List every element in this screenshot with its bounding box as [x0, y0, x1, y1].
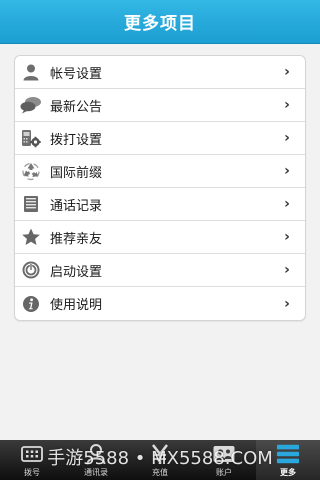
chevron-right-icon: ›: [284, 130, 290, 146]
tab-label: 通讯录: [84, 468, 108, 477]
phone-gear-icon: [20, 127, 42, 149]
account-icon: [212, 442, 236, 466]
menu-item-label: 国际前缀: [50, 165, 103, 181]
menu-item-dial-settings[interactable]: 拨打设置 ›: [15, 122, 305, 155]
power-icon: [20, 259, 42, 281]
chevron-right-icon: ›: [284, 97, 290, 113]
header-bar: 更多项目: [0, 0, 320, 44]
menu-item-label: 最新公告: [50, 99, 103, 115]
info-icon: [20, 293, 42, 315]
notebook-icon: [20, 193, 42, 215]
recycle-icon: [20, 160, 42, 182]
menu-item-account-settings[interactable]: 帐号设置 ›: [15, 56, 305, 89]
chevron-right-icon: ›: [284, 295, 290, 312]
menu-item-startup-settings[interactable]: 启动设置 ›: [15, 254, 305, 287]
tab-dial[interactable]: 拨号: [0, 440, 64, 480]
menu-item-recommend-friends[interactable]: 推荐亲友 ›: [15, 221, 305, 254]
yen-icon: [148, 442, 172, 466]
menu-item-user-guide[interactable]: 使用说明 ›: [15, 287, 305, 320]
tab-label: 账户: [216, 468, 232, 477]
chevron-right-icon: ›: [284, 64, 290, 80]
menu-item-label: 拨打设置: [50, 132, 103, 148]
menu-item-label: 使用说明: [50, 298, 103, 313]
page-title: 更多项目: [124, 14, 196, 34]
menu-item-label: 帐号设置: [50, 66, 103, 82]
tab-label: 更多: [280, 468, 296, 477]
menu-item-international-prefix[interactable]: 国际前缀 ›: [15, 155, 305, 188]
menu-item-announcements[interactable]: 最新公告 ›: [15, 89, 305, 122]
chevron-right-icon: ›: [284, 229, 290, 245]
menu-item-label: 推荐亲友: [50, 231, 103, 247]
menu-item-call-log[interactable]: 通话记录 ›: [15, 188, 305, 221]
tab-label: 充值: [152, 468, 168, 477]
chevron-right-icon: ›: [284, 262, 290, 278]
bottom-tab-bar: 拨号 通讯录 充值 账户 更多: [0, 440, 320, 480]
more-menu-list: 帐号设置 › 最新公告 › 拨打设置 › 国际前缀 › 通话记录 › 推荐亲友 …: [14, 55, 306, 321]
chevron-right-icon: ›: [284, 163, 290, 179]
menu-item-label: 通话记录: [50, 198, 103, 214]
tab-recharge[interactable]: 充值: [128, 440, 192, 480]
speech-bubbles-icon: [20, 94, 42, 116]
chevron-right-icon: ›: [284, 196, 290, 212]
person-icon: [20, 61, 42, 83]
contacts-icon: [84, 442, 108, 466]
tab-label: 拨号: [24, 468, 40, 477]
tab-more[interactable]: 更多: [256, 440, 320, 480]
keypad-icon: [20, 442, 44, 466]
star-icon: [20, 226, 42, 248]
tab-contacts[interactable]: 通讯录: [64, 440, 128, 480]
more-icon: [276, 442, 300, 466]
menu-item-label: 启动设置: [50, 264, 103, 280]
tab-account[interactable]: 账户: [192, 440, 256, 480]
